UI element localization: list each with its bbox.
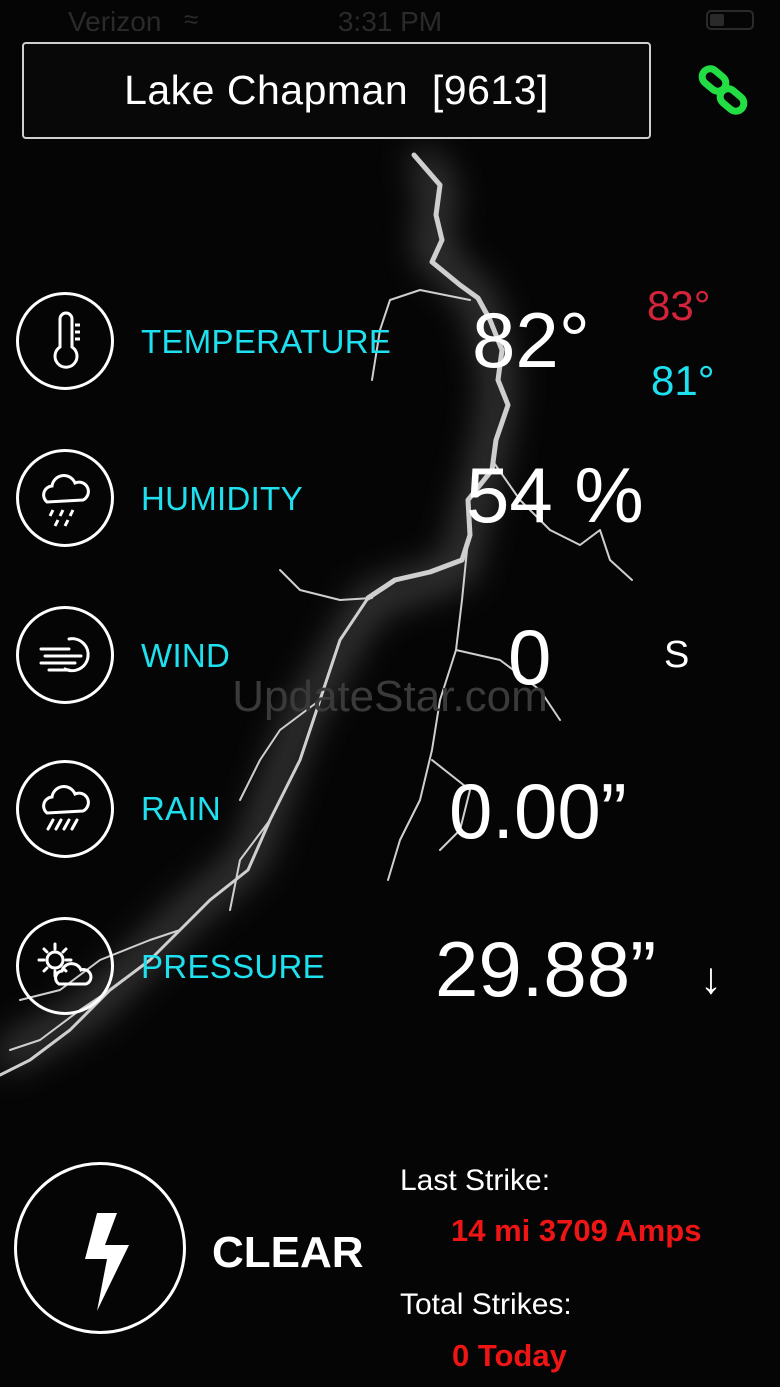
status-bar: Verizon ≈ 3:31 PM (0, 0, 780, 40)
wind-direction: S (664, 634, 690, 676)
temperature-label: TEMPERATURE (141, 323, 392, 360)
lightning-button[interactable] (14, 1162, 186, 1334)
temperature-low: 81° (651, 357, 715, 404)
pressure-trend-arrow: ↓ (700, 954, 722, 1003)
wind-label: WIND (141, 637, 231, 674)
sun-cloud-icon (16, 917, 114, 1015)
temperature-value: 82° (472, 296, 590, 384)
total-strikes-label: Total Strikes: (400, 1288, 572, 1321)
pressure-label: PRESSURE (141, 948, 325, 985)
pressure-value: 29.88” (435, 925, 657, 1013)
link-icon[interactable] (697, 64, 749, 116)
thermometer-icon (16, 292, 114, 390)
battery-icon (706, 10, 754, 30)
cloud-drops-icon (16, 449, 114, 547)
humidity-label: HUMIDITY (141, 480, 303, 517)
total-strikes-value: 0 Today (452, 1338, 567, 1373)
station-selector[interactable]: Lake Chapman [9613] (22, 42, 651, 139)
humidity-value: 54 % (466, 451, 644, 539)
lightning-status: CLEAR (212, 1228, 364, 1277)
last-strike-value: 14 mi 3709 Amps (451, 1213, 702, 1248)
watermark: UpdateStar.com (232, 672, 548, 721)
lightning-bolt-icon (85, 1213, 129, 1311)
rain-label: RAIN (141, 790, 222, 827)
status-time: 3:31 PM (337, 6, 443, 37)
cloud-rain-icon (16, 760, 114, 858)
last-strike-label: Last Strike: (400, 1164, 551, 1197)
temperature-high: 83° (647, 282, 711, 329)
rain-value: 0.00” (449, 767, 627, 855)
